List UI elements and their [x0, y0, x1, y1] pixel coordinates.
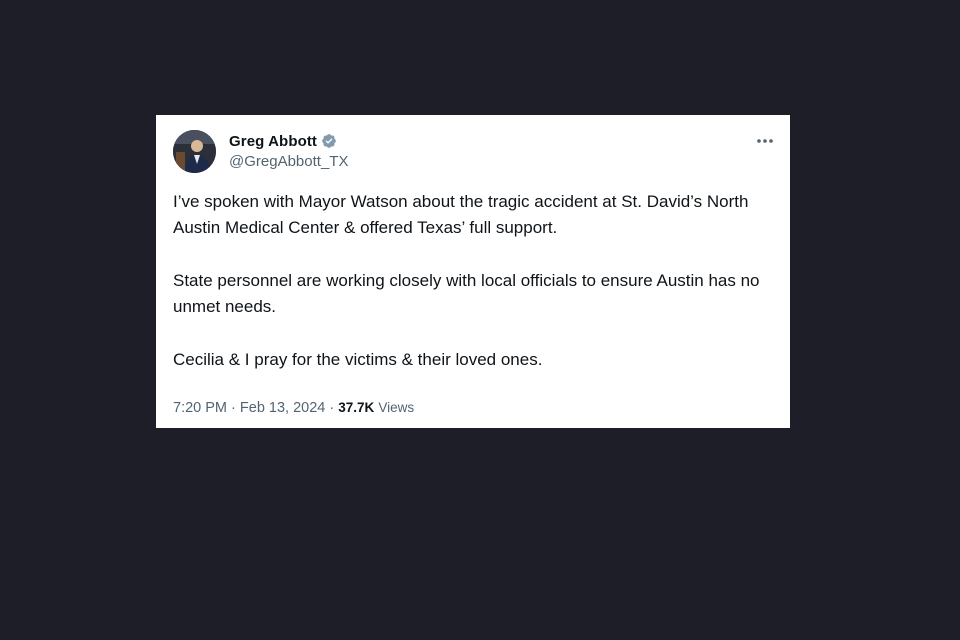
name-row: Greg Abbott [229, 131, 348, 151]
tweet-time[interactable]: 7:20 PM [173, 400, 227, 416]
more-options-button[interactable] [754, 133, 776, 149]
author-handle[interactable]: @GregAbbott_TX [229, 153, 348, 170]
tweet-paragraph: State personnel are working closely with… [173, 271, 760, 316]
tweet-paragraph: Cecilia & I pray for the victims & their… [173, 350, 543, 369]
views-count: 37.7K [338, 400, 375, 415]
tweet-text: I’ve spoken with Mayor Watson about the … [173, 189, 773, 373]
verified-badge-icon [321, 133, 337, 149]
tweet-paragraph: I’ve spoken with Mayor Watson about the … [173, 192, 749, 237]
tweet-meta: 7:20 PM · Feb 13, 2024 · 37.7K Views [173, 400, 414, 416]
more-horizontal-icon [757, 139, 773, 143]
author-display-name[interactable]: Greg Abbott [229, 133, 317, 150]
avatar-image [173, 130, 216, 173]
avatar[interactable] [173, 130, 216, 173]
author-block: Greg Abbott @GregAbbott_TX [229, 131, 348, 171]
views-label: Views [378, 400, 415, 415]
meta-separator: · [329, 400, 335, 416]
tweet-card: Greg Abbott @GregAbbott_TX I’ve spoken w… [156, 115, 790, 428]
tweet-date[interactable]: Feb 13, 2024 [240, 400, 325, 416]
meta-separator: · [231, 400, 236, 416]
